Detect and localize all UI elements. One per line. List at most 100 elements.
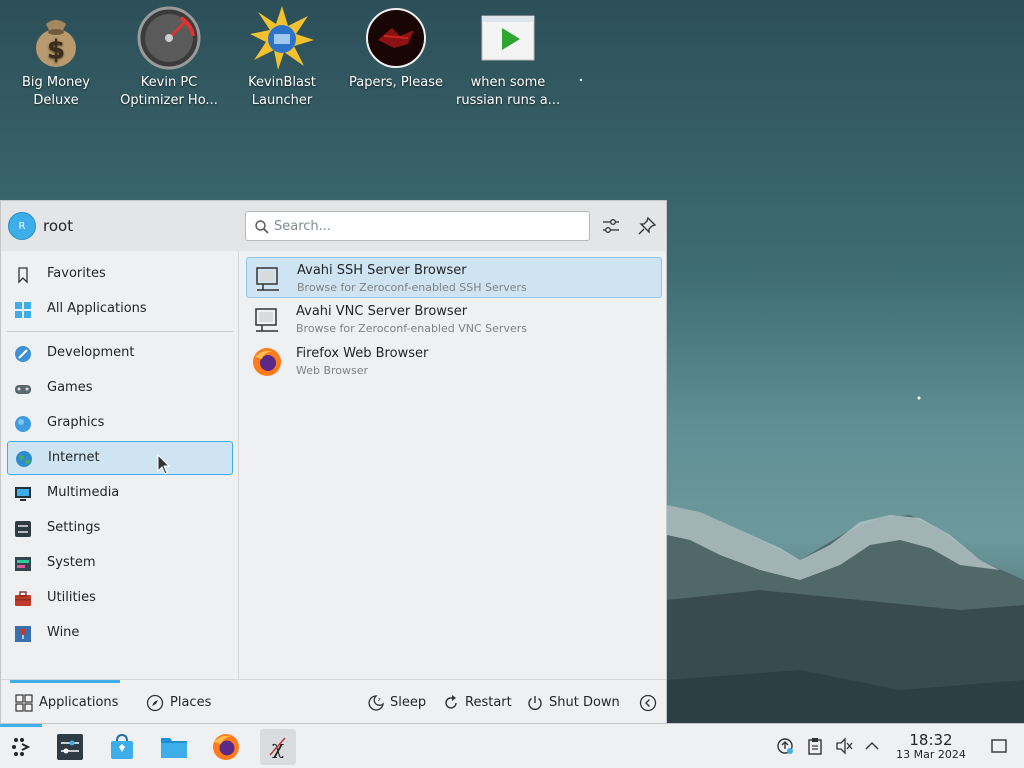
desktop-icon-label: KevinBlast [248, 75, 316, 90]
desktop-icon-kevinblast-launcher[interactable]: KevinBlast Launcher [230, 6, 334, 110]
clipboard-icon[interactable] [806, 737, 824, 755]
sidebar-item-system[interactable]: System [7, 547, 233, 581]
search-box[interactable] [245, 211, 590, 241]
firefox-icon [213, 734, 239, 760]
starburst-icon [250, 6, 314, 70]
application-list: Avahi SSH Server Browser Browse for Zero… [240, 251, 666, 679]
wine-icon [15, 626, 31, 642]
sidebar-item-label: System [47, 555, 96, 570]
money-bag-icon: $ [24, 6, 88, 70]
search-icon [255, 220, 269, 234]
sidebar-item-wine[interactable]: Wine [7, 617, 233, 651]
sidebar-item-utilities[interactable]: Utilities [7, 582, 233, 616]
volume-muted-icon[interactable] [835, 737, 853, 755]
desktop-icon-video[interactable]: when some russian runs a... [456, 6, 560, 110]
tab-label: Applications [39, 695, 119, 710]
clock-time[interactable]: 18:32 [893, 731, 969, 749]
shut-down-button[interactable]: Shut Down [526, 680, 621, 725]
sidebar-item-label: Multimedia [47, 485, 120, 500]
mouse-cursor [157, 454, 171, 475]
desktop-icon-papers-please[interactable]: Papers, Please [344, 6, 448, 92]
chevron-left-icon [639, 694, 657, 712]
application-launcher-button[interactable] [4, 729, 40, 765]
tab-applications[interactable]: Applications [10, 680, 120, 725]
restart-button[interactable]: Restart [442, 680, 512, 725]
taskbar-system-settings[interactable] [52, 729, 88, 765]
network-server-icon [256, 267, 279, 291]
desktop-icon-label: Papers, Please [348, 75, 444, 90]
globe-icon [16, 451, 32, 467]
taskbar-firefox[interactable] [208, 729, 244, 765]
x-window-icon: χ [269, 735, 286, 759]
multimedia-icon [15, 487, 31, 501]
sidebar-item-label: Settings [47, 520, 101, 535]
sleep-label: Sleep [390, 695, 427, 710]
sidebar-item-favorites[interactable]: Favorites [7, 258, 233, 292]
desktop-icon-label: Big Money [21, 75, 90, 90]
svg-text:$: $ [47, 35, 65, 65]
desktop-icon-big-money[interactable]: $ Big Money Deluxe [4, 6, 108, 110]
graphics-icon [15, 416, 31, 432]
update-icon[interactable] [776, 737, 794, 755]
taskbar: χ 18:32 13 Mar 2024 [0, 723, 1024, 768]
search-input[interactable] [274, 216, 574, 236]
settings-icon [57, 734, 83, 760]
sidebar-item-label: Utilities [47, 590, 96, 605]
app-name: Firefox Web Browser [296, 346, 429, 361]
sidebar-item-settings[interactable]: Settings [7, 512, 233, 546]
desktop-icon-label: Deluxe [33, 93, 79, 108]
sleep-button[interactable]: z Sleep [367, 680, 427, 725]
gamepad-icon [15, 385, 31, 394]
settings-icon [15, 521, 31, 537]
desktop-icon-label: Kevin PC [140, 75, 198, 90]
sidebar-item-label: Favorites [47, 266, 106, 281]
taskbar-file-manager[interactable] [156, 729, 192, 765]
shutdown-label: Shut Down [549, 695, 620, 710]
sleep-icon: z [368, 695, 384, 711]
list-item-firefox[interactable]: Firefox Web Browser Web Browser [246, 341, 662, 382]
launcher-active-indicator [0, 724, 42, 727]
taskbar-x-app[interactable]: χ [260, 729, 296, 765]
video-play-icon [476, 6, 540, 70]
chevron-up-icon[interactable] [863, 737, 881, 755]
sidebar-item-label: Development [47, 345, 135, 360]
development-icon [15, 346, 31, 362]
category-sidebar: Favorites All Applications Development G… [1, 251, 239, 679]
pin-icon [638, 216, 657, 235]
clock-date[interactable]: 13 Mar 2024 [888, 748, 974, 761]
sidebar-item-multimedia[interactable]: Multimedia [7, 477, 233, 511]
system-icon [15, 557, 31, 571]
list-item-avahi-ssh[interactable]: Avahi SSH Server Browser Browse for Zero… [246, 257, 662, 298]
configure-button[interactable] [598, 213, 624, 239]
app-name: Avahi VNC Server Browser [296, 304, 468, 319]
show-desktop-icon[interactable] [990, 737, 1008, 755]
sidebar-item-label: All Applications [47, 301, 147, 316]
list-item-avahi-vnc[interactable]: Avahi VNC Server Browser Browse for Zero… [246, 299, 662, 340]
network-server-icon [255, 308, 278, 332]
restart-label: Restart [465, 695, 512, 710]
toolbox-icon [15, 591, 31, 606]
sidebar-item-development[interactable]: Development [7, 337, 233, 371]
sidebar-item-all-applications[interactable]: All Applications [7, 293, 233, 327]
desktop-icon-kevin-pc-optimizer[interactable]: Kevin PC Optimizer Ho... [117, 6, 221, 110]
app-description: Browse for Zeroconf-enabled SSH Servers [297, 281, 527, 294]
sidebar-item-games[interactable]: Games [7, 372, 233, 406]
avatar[interactable]: R [8, 212, 36, 240]
app-description: Browse for Zeroconf-enabled VNC Servers [296, 322, 527, 335]
more-power-options-button[interactable] [639, 680, 657, 725]
gauge-icon [137, 6, 201, 70]
papers-please-icon [364, 6, 428, 70]
grid-icon [15, 694, 33, 712]
sidebar-item-graphics[interactable]: Graphics [7, 407, 233, 441]
pin-button[interactable] [634, 213, 660, 239]
compass-icon [146, 694, 164, 712]
sidebar-item-internet[interactable]: Internet [7, 441, 233, 475]
application-launcher: R root Search... Favorites All Applicati… [0, 200, 667, 725]
power-icon [528, 696, 542, 710]
sidebar-item-label: Games [47, 380, 93, 395]
taskbar-discover[interactable] [104, 729, 140, 765]
tab-label: Places [170, 695, 212, 710]
folder-icon [161, 738, 187, 758]
tab-places[interactable]: Places [141, 680, 221, 725]
user-name[interactable]: root [43, 217, 73, 235]
